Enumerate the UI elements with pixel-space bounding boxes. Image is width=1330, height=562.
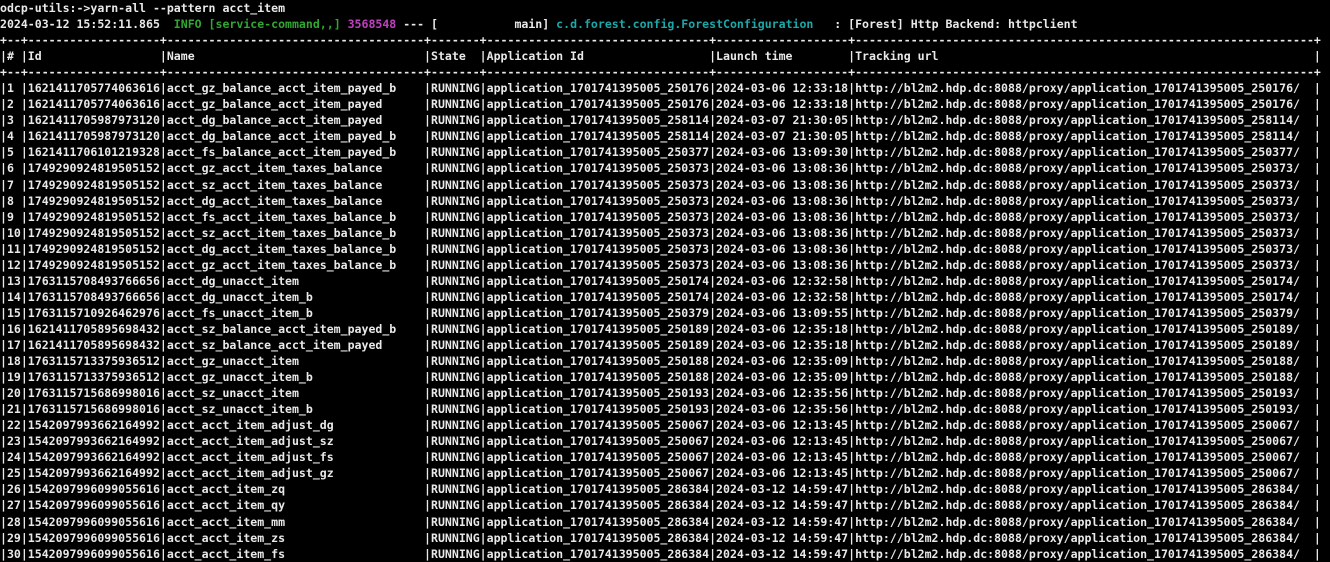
table-header-row: |# |Id |Name |State |Application Id |Lau… <box>0 48 1330 64</box>
table-row: |14|1763115708493766656|acct_dg_unacct_i… <box>0 289 1330 305</box>
table-row: |30|1542097996099055616|acct_acct_item_f… <box>0 546 1330 562</box>
table-row: |7 |1749290924819505152|acct_sz_acct_ite… <box>0 177 1330 193</box>
table-border: +--+-------------------+----------------… <box>0 64 1330 80</box>
log-segment-default: 2024-03-12 15:52:11.865 <box>0 17 174 31</box>
table-row: |2 |1621411705774063616|acct_gz_balance_… <box>0 96 1330 112</box>
table-row: |13|1763115708493766656|acct_dg_unacct_i… <box>0 273 1330 289</box>
table-row: |16|1621411705895698432|acct_sz_balance_… <box>0 321 1330 337</box>
table-row: |26|1542097996099055616|acct_acct_item_z… <box>0 481 1330 497</box>
log-segment-green: INFO [service-command,,] <box>174 17 341 31</box>
log-segment-default <box>341 17 348 31</box>
table-row: |22|1542097993662164992|acct_acct_item_a… <box>0 417 1330 433</box>
table-row: |20|1763115715686998016|acct_sz_unacct_i… <box>0 385 1330 401</box>
table-row: |19|1763115713375936512|acct_gz_unacct_i… <box>0 369 1330 385</box>
table-row: |28|1542097996099055616|acct_acct_item_m… <box>0 514 1330 530</box>
log-segment-cyan: c.d.forest.config.ForestConfiguration <box>556 17 813 31</box>
log-line: 2024-03-12 15:52:11.865 INFO [service-co… <box>0 16 1330 32</box>
table-row: |21|1763115715686998016|acct_sz_unacct_i… <box>0 401 1330 417</box>
table-row: |12|1749290924819505152|acct_gz_acct_ite… <box>0 257 1330 273</box>
table-row: |25|1542097993662164992|acct_acct_item_a… <box>0 465 1330 481</box>
table-row: |27|1542097996099055616|acct_acct_item_q… <box>0 497 1330 513</box>
log-segment-magenta: 3568548 <box>348 17 397 31</box>
table-row: |24|1542097993662164992|acct_acct_item_a… <box>0 449 1330 465</box>
yarn-applications-table: +--+-------------------+----------------… <box>0 32 1330 562</box>
log-segment-default: : [Forest] Http Backend: httpclient <box>813 17 1077 31</box>
table-row: |29|1542097996099055616|acct_acct_item_z… <box>0 530 1330 546</box>
table-row: |23|1542097993662164992|acct_acct_item_a… <box>0 433 1330 449</box>
command-text: odcp-utils:->yarn-all --pattern acct_ite… <box>0 1 285 15</box>
table-row: |8 |1749290924819505152|acct_dg_acct_ite… <box>0 193 1330 209</box>
table-row: |9 |1749290924819505152|acct_fs_acct_ite… <box>0 209 1330 225</box>
table-row: |6 |1749290924819505152|acct_gz_acct_ite… <box>0 160 1330 176</box>
table-row: |18|1763115713375936512|acct_gz_unacct_i… <box>0 353 1330 369</box>
log-segment-default: --- [ main] <box>396 17 556 31</box>
table-border: +--+-------------------+----------------… <box>0 32 1330 48</box>
table-row: |10|1749290924819505152|acct_sz_acct_ite… <box>0 225 1330 241</box>
table-row: |3 |1621411705987973120|acct_dg_balance_… <box>0 112 1330 128</box>
table-row: |1 |1621411705774063616|acct_gz_balance_… <box>0 80 1330 96</box>
table-row: |4 |1621411705987973120|acct_dg_balance_… <box>0 128 1330 144</box>
terminal-window[interactable]: odcp-utils:->yarn-all --pattern acct_ite… <box>0 0 1330 562</box>
command-line: odcp-utils:->yarn-all --pattern acct_ite… <box>0 0 1330 16</box>
table-row: |5 |1621411706101219328|acct_fs_balance_… <box>0 144 1330 160</box>
table-row: |15|1763115710926462976|acct_fs_unacct_i… <box>0 305 1330 321</box>
table-row: |11|1749290924819505152|acct_dg_acct_ite… <box>0 241 1330 257</box>
table-row: |17|1621411705895698432|acct_sz_balance_… <box>0 337 1330 353</box>
